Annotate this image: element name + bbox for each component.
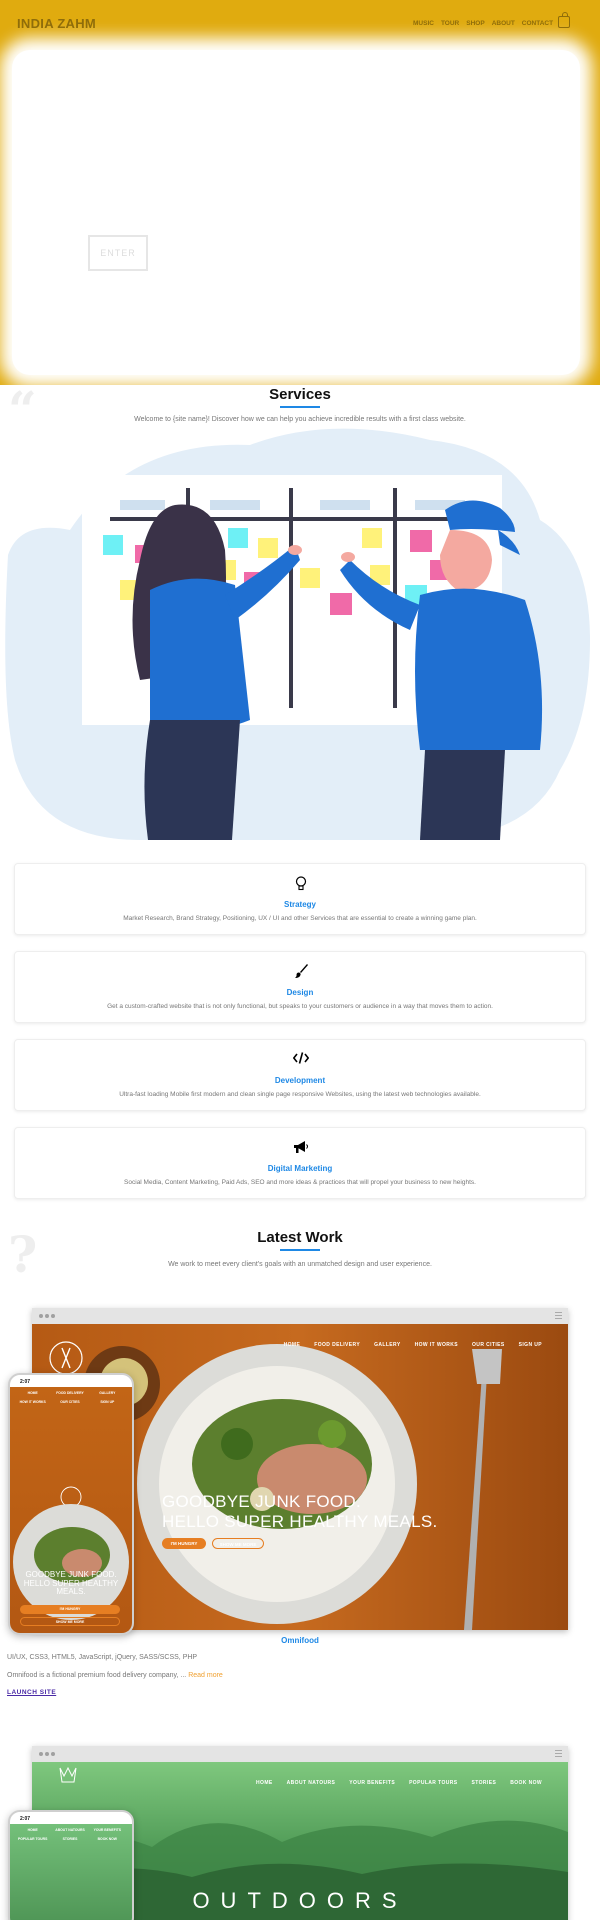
read-more-link[interactable]: Read more [188,1672,223,1679]
omnifood-mobile-headline: GOODBYE JUNK FOOD. HELLO SUPER HEALTHY M… [23,1570,119,1596]
megaphone-icon [293,1140,309,1156]
nav-link-tour[interactable]: TOUR [441,20,459,27]
mobile-nav-book-now[interactable]: BOOK NOW [89,1837,126,1841]
window-dots-icon [39,1752,55,1756]
natours-nav: HOME ABOUT NATOURS YOUR BENEFITS POPULAR… [256,1780,542,1786]
mobile-show-me-more-button[interactable]: SHOW ME MORE [20,1617,120,1626]
omnifood-nav-home[interactable]: HOME [284,1342,301,1348]
services-title-underline [280,406,320,408]
project-tech-list: UI/UX, CSS3, HTML5, JavaScript, jQuery, … [7,1654,198,1661]
launch-site-link[interactable]: LAUNCH SITE [7,1689,56,1696]
main-nav: MUSIC TOUR SHOP ABOUT CONTACT [413,20,553,27]
shopping-bag-icon[interactable] [558,12,570,28]
paintbrush-icon [293,964,309,980]
latest-work-title-underline [280,1249,320,1251]
show-me-more-button[interactable]: SHOW ME MORE [212,1538,264,1549]
mobile-nav-popular-tours[interactable]: POPULAR TOURS [14,1837,51,1841]
team-planning-illustration [5,428,590,840]
natours-nav-book-now[interactable]: BOOK NOW [510,1780,542,1786]
nav-link-contact[interactable]: CONTACT [522,20,553,27]
project-description: Omnifood is a fictional premium food del… [7,1672,223,1679]
mobile-nav-benefits[interactable]: YOUR BENEFITS [89,1828,126,1832]
natours-nav-benefits[interactable]: YOUR BENEFITS [349,1780,395,1786]
im-hungry-button[interactable]: I'M HUNGRY [162,1538,206,1549]
natours-nav-home[interactable]: HOME [256,1780,273,1786]
natours-nav-popular-tours[interactable]: POPULAR TOURS [409,1780,457,1786]
latest-work-subtitle: We work to meet every client's goals wit… [168,1261,432,1268]
site-logo[interactable]: INDIA ZAHM [17,16,96,31]
latest-work-title: Latest Work [257,1229,343,1246]
project-title-omnifood[interactable]: Omnifood [0,1636,600,1645]
mobile-nav-home[interactable]: HOME [14,1828,51,1832]
omnifood-mobile-preview[interactable]: 2:07 HOME FOOD DELIVERY GALLERY HOW IT W… [8,1373,134,1635]
hero-section: ENTER INDIA ZAHM MUSIC TOUR SHOP ABOUT C… [0,0,600,385]
service-title: Digital Marketing [267,1164,333,1173]
omnifood-mobile-screen: HOME FOOD DELIVERY GALLERY HOW IT WORKS … [10,1387,132,1633]
service-card-digital-marketing[interactable]: Digital Marketing Social Media, Content … [14,1127,586,1199]
project-description-text: Omnifood is a fictional premium food del… [7,1672,187,1679]
mobile-nav-about[interactable]: ABOUT NATOURS [51,1828,88,1832]
service-card-strategy[interactable]: Strategy Market Research, Brand Strategy… [14,863,586,935]
browser-bar [32,1746,568,1762]
omnifood-headline-2: HELLO SUPER HEALTHY MEALS. [162,1512,438,1531]
service-description: Social Media, Content Marketing, Paid Ad… [124,1179,476,1186]
nav-link-about[interactable]: ABOUT [492,20,515,27]
omnifood-headline-1: GOODBYE JUNK FOOD. [162,1492,362,1511]
service-title: Development [274,1076,326,1085]
service-description: Ultra-fast loading Mobile first modern a… [119,1091,481,1098]
menu-icon [555,1750,562,1757]
omnifood-nav-how-it-works[interactable]: HOW IT WORKS [415,1342,458,1348]
nav-link-music[interactable]: MUSIC [413,20,434,27]
window-dots-icon [39,1314,55,1318]
service-card-development[interactable]: Development Ultra-fast loading Mobile fi… [14,1039,586,1111]
service-card-design[interactable]: Design Get a custom-crafted website that… [14,951,586,1023]
natours-nav-stories[interactable]: STORIES [472,1780,497,1786]
nav-link-shop[interactable]: SHOP [466,20,484,27]
natours-mobile-preview[interactable]: 2:07 HOME ABOUT NATOURS YOUR BENEFITS PO… [8,1810,134,1920]
enter-button[interactable]: ENTER [88,235,148,271]
service-description: Get a custom-crafted website that is not… [107,1003,493,1010]
omnifood-nav-food-delivery[interactable]: FOOD DELIVERY [314,1342,360,1348]
service-description: Market Research, Brand Strategy, Positio… [123,915,477,922]
omnifood-nav-gallery[interactable]: GALLERY [374,1342,401,1348]
omnifood-nav-our-cities[interactable]: OUR CITIES [472,1342,505,1348]
omnifood-nav: HOME FOOD DELIVERY GALLERY HOW IT WORKS … [284,1342,542,1348]
services-title: Services [269,386,331,403]
omnifood-nav-sign-up[interactable]: SIGN UP [519,1342,542,1348]
mobile-nav-stories[interactable]: STORIES [51,1837,88,1841]
code-icon [292,1052,310,1068]
service-title: Strategy [283,900,316,909]
mobile-im-hungry-button[interactable]: I'M HUNGRY [20,1605,120,1614]
menu-icon [555,1312,562,1319]
service-title: Design [286,988,314,997]
natours-mobile-screen: HOME ABOUT NATOURS YOUR BENEFITS POPULAR… [10,1824,132,1920]
hero-content-area [12,50,580,375]
phone-status-bar: 2:07 [20,1379,31,1385]
lightbulb-icon [293,876,309,892]
phone-status-bar: 2:07 [20,1816,31,1822]
natours-mobile-nav: HOME ABOUT NATOURS YOUR BENEFITS POPULAR… [14,1828,126,1841]
natours-nav-about[interactable]: ABOUT NATOURS [287,1780,336,1786]
browser-bar [32,1308,568,1324]
